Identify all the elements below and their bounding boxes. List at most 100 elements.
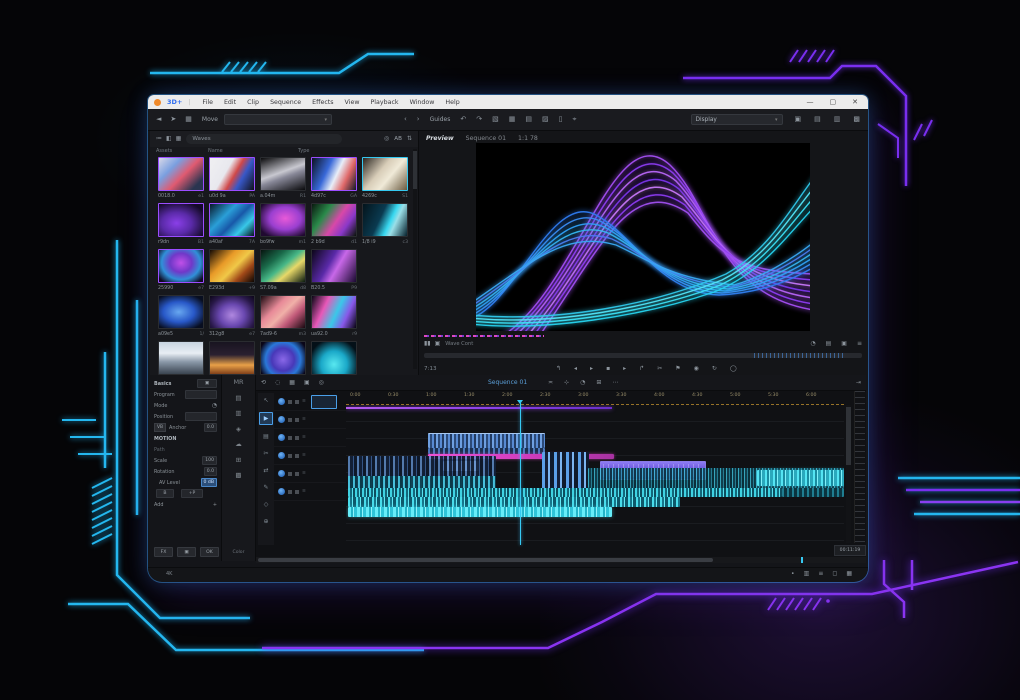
layout-block-1-icon[interactable]: ▧: [492, 116, 499, 123]
next-icon[interactable]: ›: [417, 116, 420, 123]
media-thumbnail[interactable]: [209, 203, 255, 237]
clip-audio-3[interactable]: [348, 507, 612, 517]
close-button[interactable]: ✕: [852, 95, 858, 109]
track-mute-icon[interactable]: [295, 490, 299, 494]
media-thumbnail[interactable]: [311, 295, 357, 329]
sequence-tab[interactable]: Sequence 01: [488, 379, 527, 386]
panel-c-icon[interactable]: ▥: [834, 116, 841, 123]
mask-icon[interactable]: ◯: [730, 366, 737, 372]
media-thumbnail[interactable]: [311, 203, 357, 237]
ab-toggle[interactable]: AB: [394, 136, 402, 142]
clip-info-icon[interactable]: ▣: [435, 341, 441, 347]
layout-block-4-icon[interactable]: ▨: [542, 116, 549, 123]
playhead[interactable]: [520, 403, 521, 545]
media-thumbnail[interactable]: [260, 341, 306, 375]
media-thumbnail[interactable]: [158, 203, 204, 237]
settings-icon[interactable]: ≡: [857, 341, 862, 347]
media-thumbnail[interactable]: [311, 341, 357, 375]
media-thumbnail[interactable]: [362, 203, 408, 237]
go-to-start-icon[interactable]: ↰: [556, 366, 561, 372]
pen-tool[interactable]: ✎: [260, 482, 272, 493]
props-value[interactable]: 0.0: [204, 423, 217, 432]
more-icon[interactable]: ⋯: [612, 380, 618, 386]
menu-edit[interactable]: Edit: [224, 99, 236, 106]
clip-list-icon[interactable]: ▤: [235, 395, 241, 402]
back-icon[interactable]: ◄: [156, 116, 161, 123]
minimize-button[interactable]: —: [807, 95, 814, 109]
track-header-v3[interactable]: ≡: [274, 393, 346, 411]
step-forward-icon[interactable]: ▸: [623, 366, 626, 372]
loop-icon[interactable]: ↻: [712, 366, 717, 372]
redo-icon[interactable]: ↷: [476, 116, 482, 123]
track-select-tool[interactable]: ▶: [259, 412, 273, 425]
menu-clip[interactable]: Clip: [247, 99, 259, 106]
props-chip[interactable]: VB: [154, 423, 166, 432]
export-frame-icon[interactable]: ▤: [826, 341, 832, 347]
track-enable-icon[interactable]: [278, 398, 285, 405]
panel-icon[interactable]: ▦: [185, 116, 192, 123]
track-lock-icon[interactable]: [288, 418, 292, 422]
frame-icon[interactable]: ▯: [559, 116, 563, 123]
display-dropdown[interactable]: Display ▾: [691, 114, 783, 125]
add-track-icon[interactable]: ⊞: [596, 380, 601, 386]
media-thumbnail[interactable]: [209, 157, 255, 191]
props-bottom-button-fx[interactable]: FX: [154, 547, 173, 557]
media-thumbnail[interactable]: [260, 295, 306, 329]
track-enable-icon[interactable]: [278, 416, 285, 423]
stop-icon[interactable]: ▪: [606, 366, 610, 372]
track-enable-icon[interactable]: [278, 470, 285, 477]
props-bottom-button-▣[interactable]: ▣: [177, 547, 196, 557]
track-lock-icon[interactable]: [288, 436, 292, 440]
add-icon[interactable]: +: [213, 502, 217, 508]
sort-icon[interactable]: ⇅: [407, 136, 412, 142]
cut-icon[interactable]: ✂: [657, 366, 662, 372]
track-header-a2[interactable]: ≡: [274, 465, 346, 483]
clip-audio-2[interactable]: [348, 497, 680, 507]
track-enable-icon[interactable]: [278, 434, 285, 441]
props-value[interactable]: 100: [202, 456, 217, 465]
props-field[interactable]: [185, 390, 217, 399]
pointer-icon[interactable]: ➤: [170, 116, 176, 123]
media-thumbnail[interactable]: [260, 249, 306, 283]
track-lock-icon[interactable]: [288, 490, 292, 494]
media-thumbnail[interactable]: [209, 341, 255, 375]
cloud-icon[interactable]: ☁: [235, 441, 242, 448]
keyframe-icon[interactable]: ◈: [236, 426, 241, 433]
track-header-v2[interactable]: ≡: [274, 411, 346, 429]
media-thumbnail[interactable]: [260, 203, 306, 237]
clip-video-v3[interactable]: [428, 433, 545, 448]
media-thumbnail[interactable]: [311, 157, 357, 191]
panel-a-icon[interactable]: ▣: [795, 116, 802, 123]
media-scrollbar[interactable]: [413, 149, 417, 369]
menu-effects[interactable]: Effects: [312, 99, 333, 106]
grid-view-icon[interactable]: ▦: [176, 136, 182, 142]
expand-icon[interactable]: ⇥: [856, 379, 861, 386]
pause-bars-icon[interactable]: ▮▮: [424, 341, 431, 347]
track-mute-icon[interactable]: [295, 418, 299, 422]
media-thumbnail[interactable]: [158, 341, 204, 375]
maximize-button[interactable]: ▢: [830, 95, 837, 109]
menu-window[interactable]: Window: [410, 99, 435, 106]
menu-file[interactable]: File: [202, 99, 213, 106]
library-icon[interactable]: ⊞: [236, 457, 241, 464]
step-back-icon[interactable]: ◂: [574, 366, 577, 372]
layout-block-3-icon[interactable]: ▤: [525, 116, 532, 123]
media-thumbnail[interactable]: [209, 295, 255, 329]
track-mute-icon[interactable]: [295, 400, 299, 404]
props-highlighted-value[interactable]: 0 dB: [201, 478, 217, 487]
preview-tab-preview[interactable]: Preview: [426, 135, 454, 142]
props-mode-icon[interactable]: ◔: [212, 403, 217, 409]
props-field[interactable]: [185, 412, 217, 421]
props-bottom-button-ok[interactable]: OK: [200, 547, 219, 557]
effects-list-icon[interactable]: ▥: [235, 410, 241, 417]
clip-blue-bars[interactable]: [542, 452, 589, 493]
razor-tool[interactable]: ✂: [260, 448, 272, 459]
menu-help[interactable]: Help: [445, 99, 459, 106]
record-icon[interactable]: ◉: [694, 366, 699, 372]
mic-icon[interactable]: ◌: [275, 380, 280, 386]
media-thumbnail[interactable]: [362, 157, 408, 191]
list-icon[interactable]: ≡: [818, 571, 823, 577]
time-ruler[interactable]: 0:000:301:001:302:002:303:003:304:004:30…: [346, 391, 844, 405]
media-thumbnail[interactable]: [260, 157, 306, 191]
track-lock-icon[interactable]: [288, 454, 292, 458]
